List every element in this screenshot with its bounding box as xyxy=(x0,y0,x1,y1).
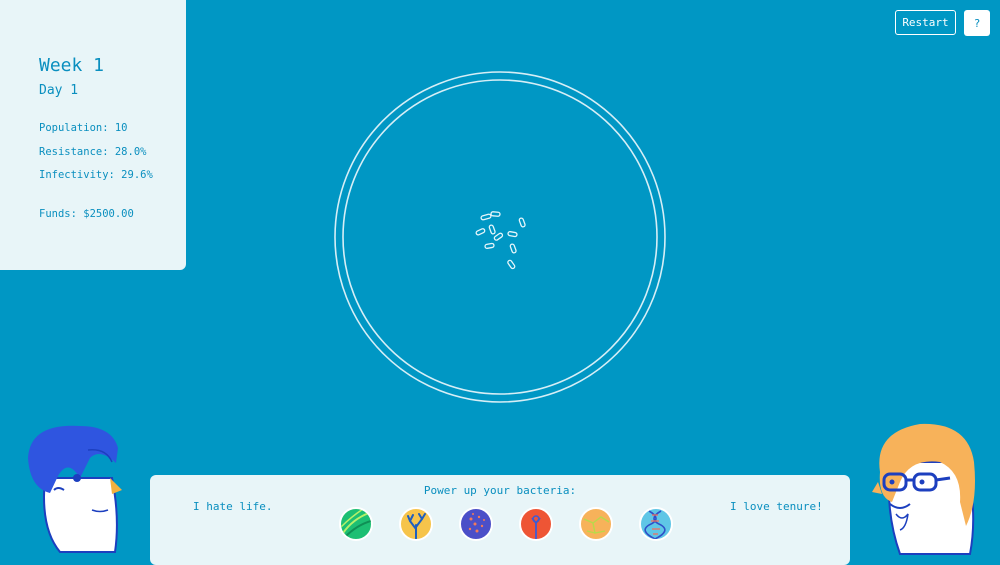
powerup-orange-network[interactable] xyxy=(579,507,613,541)
population-stat: Population: 10 xyxy=(39,122,128,134)
petri-dish[interactable] xyxy=(330,67,670,407)
help-button[interactable]: ? xyxy=(964,10,990,36)
infectivity-stat: Infectivity: 29.6% xyxy=(39,169,153,181)
powerup-green-bacteria[interactable] xyxy=(339,507,373,541)
bacteria-colony xyxy=(475,211,526,270)
week-label: Week 1 xyxy=(39,55,105,76)
sad-scientist-character xyxy=(28,425,122,553)
powerup-red-virus[interactable] xyxy=(519,507,553,541)
coral-icon xyxy=(407,513,426,539)
powerup-coral[interactable] xyxy=(399,507,433,541)
stats-panel: Week 1 Day 1 Population: 10 Resistance: … xyxy=(0,0,186,270)
right-quote: I love tenure! xyxy=(730,500,823,513)
red-virus-icon xyxy=(531,515,541,539)
powerup-purple-cells[interactable] xyxy=(459,507,493,541)
powerup-dna[interactable] xyxy=(639,507,673,541)
powerup-list xyxy=(339,507,673,541)
restart-button[interactable]: Restart xyxy=(895,10,956,35)
purple-cells-icon xyxy=(468,513,485,533)
funds-stat: Funds: $2500.00 xyxy=(39,208,134,220)
green-bacteria-icon xyxy=(341,509,371,538)
dna-icon xyxy=(644,510,666,539)
powerup-title: Power up your bacteria: xyxy=(423,484,577,497)
left-quote: I hate life. xyxy=(193,500,273,513)
resistance-stat: Resistance: 28.0% xyxy=(39,146,147,158)
powerup-bar: Power up your bacteria: I hate life. I l… xyxy=(150,475,850,565)
orange-network-icon xyxy=(583,516,610,534)
day-label: Day 1 xyxy=(39,83,79,98)
happy-professor-character xyxy=(872,423,975,555)
